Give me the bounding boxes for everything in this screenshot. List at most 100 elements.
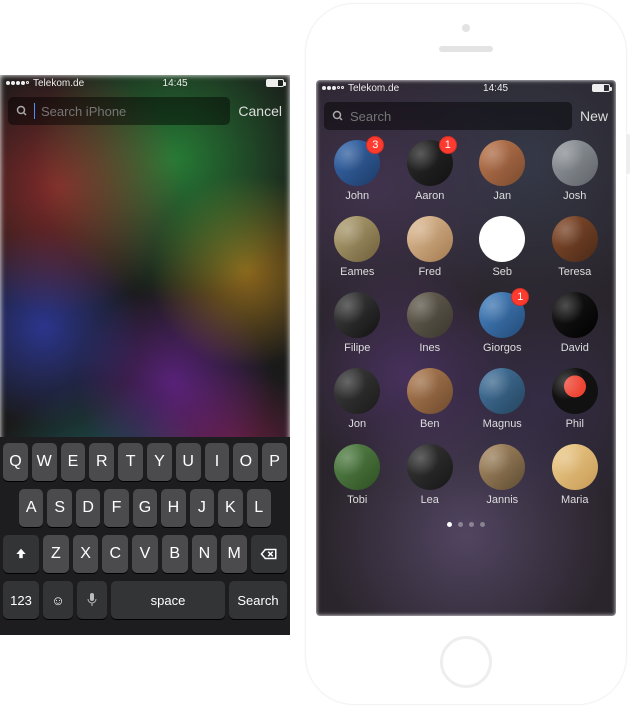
key-a[interactable]: A bbox=[19, 489, 43, 527]
key-space[interactable]: space bbox=[111, 581, 225, 619]
key-g[interactable]: G bbox=[133, 489, 157, 527]
contact-ben[interactable]: Ben bbox=[397, 368, 463, 430]
search-input[interactable] bbox=[41, 104, 222, 119]
key-p[interactable]: P bbox=[262, 443, 287, 481]
key-search[interactable]: Search bbox=[229, 581, 287, 619]
signal-dots-icon bbox=[322, 86, 344, 90]
avatar bbox=[334, 216, 380, 262]
search-box[interactable] bbox=[324, 102, 572, 130]
key-b[interactable]: B bbox=[162, 535, 188, 573]
key-s[interactable]: S bbox=[47, 489, 71, 527]
contact-eames[interactable]: Eames bbox=[324, 216, 390, 278]
avatar bbox=[407, 368, 453, 414]
avatar bbox=[479, 216, 525, 262]
key-emoji[interactable]: ☺ bbox=[43, 581, 73, 619]
contact-ines[interactable]: Ines bbox=[397, 292, 463, 354]
key-v[interactable]: V bbox=[132, 535, 158, 573]
clock: 14:45 bbox=[483, 83, 508, 94]
avatar bbox=[479, 140, 525, 186]
key-r[interactable]: R bbox=[89, 443, 114, 481]
key-numbers[interactable]: 123 bbox=[3, 581, 39, 619]
contact-name: Jon bbox=[348, 418, 366, 430]
contact-giorgos[interactable]: 1 Giorgos bbox=[469, 292, 535, 354]
status-bar: Telekom.de 14:45 bbox=[316, 80, 616, 96]
side-button bbox=[626, 134, 630, 174]
key-n[interactable]: N bbox=[192, 535, 218, 573]
key-u[interactable]: U bbox=[176, 443, 201, 481]
key-l[interactable]: L bbox=[247, 489, 271, 527]
page-dot[interactable] bbox=[480, 522, 485, 527]
page-dot[interactable] bbox=[458, 522, 463, 527]
contact-name: Phil bbox=[566, 418, 584, 430]
contact-phil[interactable]: Phil bbox=[542, 368, 608, 430]
key-h[interactable]: H bbox=[161, 489, 185, 527]
left-spotlight-phone: Telekom.de 14:45 Cancel QWERTYUIOP ASDFG… bbox=[0, 75, 290, 635]
key-t[interactable]: T bbox=[118, 443, 143, 481]
contact-fred[interactable]: Fred bbox=[397, 216, 463, 278]
key-shift[interactable] bbox=[3, 535, 39, 573]
contact-name: Aaron bbox=[415, 190, 444, 202]
contact-seb[interactable]: Seb bbox=[469, 216, 535, 278]
key-z[interactable]: Z bbox=[43, 535, 69, 573]
avatar bbox=[552, 216, 598, 262]
avatar bbox=[552, 140, 598, 186]
key-w[interactable]: W bbox=[32, 443, 57, 481]
key-q[interactable]: Q bbox=[3, 443, 28, 481]
search-icon bbox=[332, 110, 344, 122]
avatar bbox=[552, 444, 598, 490]
contact-jannis[interactable]: Jannis bbox=[469, 444, 535, 506]
contact-magnus[interactable]: Magnus bbox=[469, 368, 535, 430]
key-m[interactable]: M bbox=[221, 535, 247, 573]
new-button[interactable]: New bbox=[580, 108, 608, 124]
search-input[interactable] bbox=[350, 109, 564, 124]
contact-name: Giorgos bbox=[483, 342, 522, 354]
avatar bbox=[479, 368, 525, 414]
avatar bbox=[407, 216, 453, 262]
contact-lea[interactable]: Lea bbox=[397, 444, 463, 506]
contact-jan[interactable]: Jan bbox=[469, 140, 535, 202]
page-dot[interactable] bbox=[447, 522, 452, 527]
avatar bbox=[552, 292, 598, 338]
key-c[interactable]: C bbox=[102, 535, 128, 573]
key-i[interactable]: I bbox=[205, 443, 230, 481]
avatar bbox=[479, 444, 525, 490]
avatar bbox=[552, 368, 598, 414]
contact-name: Seb bbox=[492, 266, 512, 278]
key-y[interactable]: Y bbox=[147, 443, 172, 481]
cancel-button[interactable]: Cancel bbox=[238, 103, 282, 119]
key-e[interactable]: E bbox=[61, 443, 86, 481]
home-button[interactable] bbox=[440, 636, 492, 688]
contact-name: David bbox=[561, 342, 589, 354]
key-f[interactable]: F bbox=[104, 489, 128, 527]
key-j[interactable]: J bbox=[190, 489, 214, 527]
key-o[interactable]: O bbox=[233, 443, 258, 481]
key-d[interactable]: D bbox=[76, 489, 100, 527]
contact-filipe[interactable]: Filipe bbox=[324, 292, 390, 354]
contact-tobi[interactable]: Tobi bbox=[324, 444, 390, 506]
contact-maria[interactable]: Maria bbox=[542, 444, 608, 506]
notification-badge: 3 bbox=[366, 136, 384, 154]
avatar: 1 bbox=[407, 140, 453, 186]
contact-josh[interactable]: Josh bbox=[542, 140, 608, 202]
avatar: 3 bbox=[334, 140, 380, 186]
contact-aaron[interactable]: 1 Aaron bbox=[397, 140, 463, 202]
contact-jon[interactable]: Jon bbox=[324, 368, 390, 430]
key-dictate[interactable] bbox=[77, 581, 107, 619]
contact-john[interactable]: 3 John bbox=[324, 140, 390, 202]
clock: 14:45 bbox=[163, 78, 188, 89]
contact-teresa[interactable]: Teresa bbox=[542, 216, 608, 278]
search-box[interactable] bbox=[8, 97, 230, 125]
key-delete[interactable] bbox=[251, 535, 287, 573]
contact-name: Tobi bbox=[347, 494, 367, 506]
contact-name: Magnus bbox=[483, 418, 522, 430]
key-k[interactable]: K bbox=[218, 489, 242, 527]
avatar bbox=[334, 292, 380, 338]
search-row: New bbox=[316, 96, 616, 136]
page-indicator[interactable] bbox=[316, 522, 616, 527]
battery-icon bbox=[592, 84, 610, 92]
avatar: 1 bbox=[479, 292, 525, 338]
contact-name: John bbox=[345, 190, 369, 202]
contact-david[interactable]: David bbox=[542, 292, 608, 354]
page-dot[interactable] bbox=[469, 522, 474, 527]
key-x[interactable]: X bbox=[73, 535, 99, 573]
